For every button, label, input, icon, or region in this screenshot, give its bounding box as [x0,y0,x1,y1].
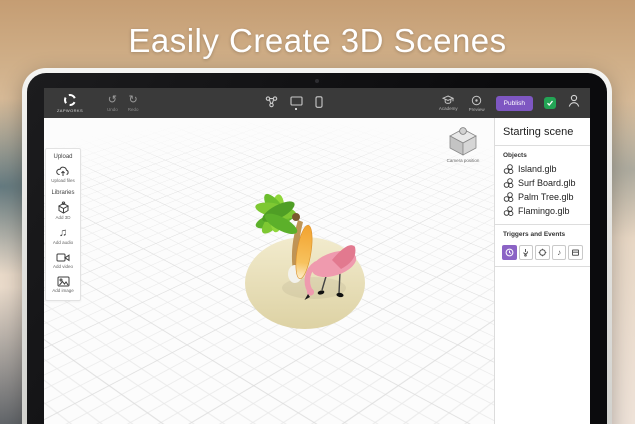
divider [495,266,590,267]
add-image-label: Add image [52,288,74,293]
camera-position-label: Camera position [447,158,480,163]
cloud-upload-icon [56,165,70,177]
redo-label: Redo [128,107,139,112]
headset-share-icon[interactable] [265,96,278,108]
mesh-icon [503,206,514,217]
mesh-icon [503,192,514,203]
library-sidebar: Upload Upload files Libraries [45,148,81,301]
academy-icon [442,95,454,105]
desktop-view-icon[interactable] [290,96,303,111]
laptop-frame: ZAPWORKS ↺ Undo ↻ Redo [22,68,612,424]
tap-trigger-button[interactable] [519,245,534,260]
toolbar-right-group: Academy Preview Publish [439,94,581,112]
camera-position-widget[interactable]: Camera position [446,126,480,163]
add-audio-label: Add audio [53,240,73,245]
avatar[interactable] [567,94,581,112]
triggers-header: Triggers and Events [495,225,590,241]
preview-button[interactable]: Preview [469,95,485,112]
picture-icon [57,276,70,287]
object-row-palm-tree[interactable]: Palm Tree.glb [495,190,590,204]
cube-3d-icon [57,201,70,214]
timer-icon [505,248,514,257]
app-screen: ZAPWORKS ↺ Undo ↻ Redo [44,88,590,424]
upload-files-label: Upload files [51,178,75,183]
music-note-icon: ♫ [59,227,67,239]
top-toolbar: ZAPWORKS ↺ Undo ↻ Redo [44,88,590,118]
mesh-icon [503,164,514,175]
camera-cube-icon [446,126,480,156]
box-trigger-button[interactable] [568,245,583,260]
libraries-section-header: Libraries [51,187,74,198]
device-toggle-group [255,96,323,111]
gaze-icon [538,248,547,257]
object-name: Palm Tree.glb [518,192,574,202]
webcam-dot [315,79,319,83]
page-background: Easily Create 3D Scenes ZAPWORKS ↺ Undo … [0,0,635,424]
mesh-icon [503,178,514,189]
add-image-button[interactable]: Add image [46,273,80,297]
scene-canvas[interactable]: Camera position STARTING SCENE 3D VIEW V… [44,118,494,424]
undo-icon: ↺ [108,95,117,106]
scene-panel: Starting scene Objects Island.glb Surf [494,118,590,424]
mobile-view-icon[interactable] [315,96,323,108]
add-video-label: Add video [53,264,73,269]
logo-wordmark: ZAPWORKS [57,108,83,113]
add-video-button[interactable]: Add video [46,249,80,273]
app-logo[interactable]: ZAPWORKS [53,94,87,113]
object-name: Flamingo.glb [518,206,570,216]
gaze-trigger-button[interactable] [535,245,550,260]
check-icon [546,99,554,107]
academy-button[interactable]: Academy [439,95,458,111]
object-row-flamingo[interactable]: Flamingo.glb [495,204,590,218]
upload-section-header: Upload [53,151,72,162]
object-row-island[interactable]: Island.glb [495,162,590,176]
upload-files-button[interactable]: Upload files [46,162,80,187]
academy-label: Academy [439,106,458,111]
publish-button[interactable]: Publish [496,96,533,111]
redo-icon: ↻ [129,95,138,106]
redo-button[interactable]: ↻ Redo [128,95,139,112]
add-3d-label: Add 3D [55,215,70,220]
undo-button[interactable]: ↺ Undo [107,95,118,112]
laptop-bezel: ZAPWORKS ↺ Undo ↻ Redo [27,73,607,424]
add-audio-button[interactable]: ♫ Add audio [46,224,80,249]
active-device-dot [295,108,298,111]
logo-spinner-icon [64,94,76,106]
objects-header: Objects [495,146,590,162]
video-camera-icon [56,252,70,263]
box-icon [571,248,580,257]
preview-icon [471,95,482,106]
object-row-surfboard[interactable]: Surf Board.glb [495,176,590,190]
preview-label: Preview [469,107,485,112]
status-badge [544,97,556,109]
tap-icon [521,248,530,257]
undo-label: Undo [107,107,118,112]
trigger-row: ♪ [495,241,590,266]
audio-trigger-button[interactable]: ♪ [552,245,567,260]
timer-trigger-button[interactable] [502,245,517,260]
add-3d-button[interactable]: Add 3D [46,198,80,224]
hero-title: Easily Create 3D Scenes [0,22,635,60]
scene-objects [194,168,414,398]
object-name: Island.glb [518,164,557,174]
audio-note-icon: ♪ [557,249,561,257]
object-name: Surf Board.glb [518,178,576,188]
scene-panel-title: Starting scene [495,118,590,145]
